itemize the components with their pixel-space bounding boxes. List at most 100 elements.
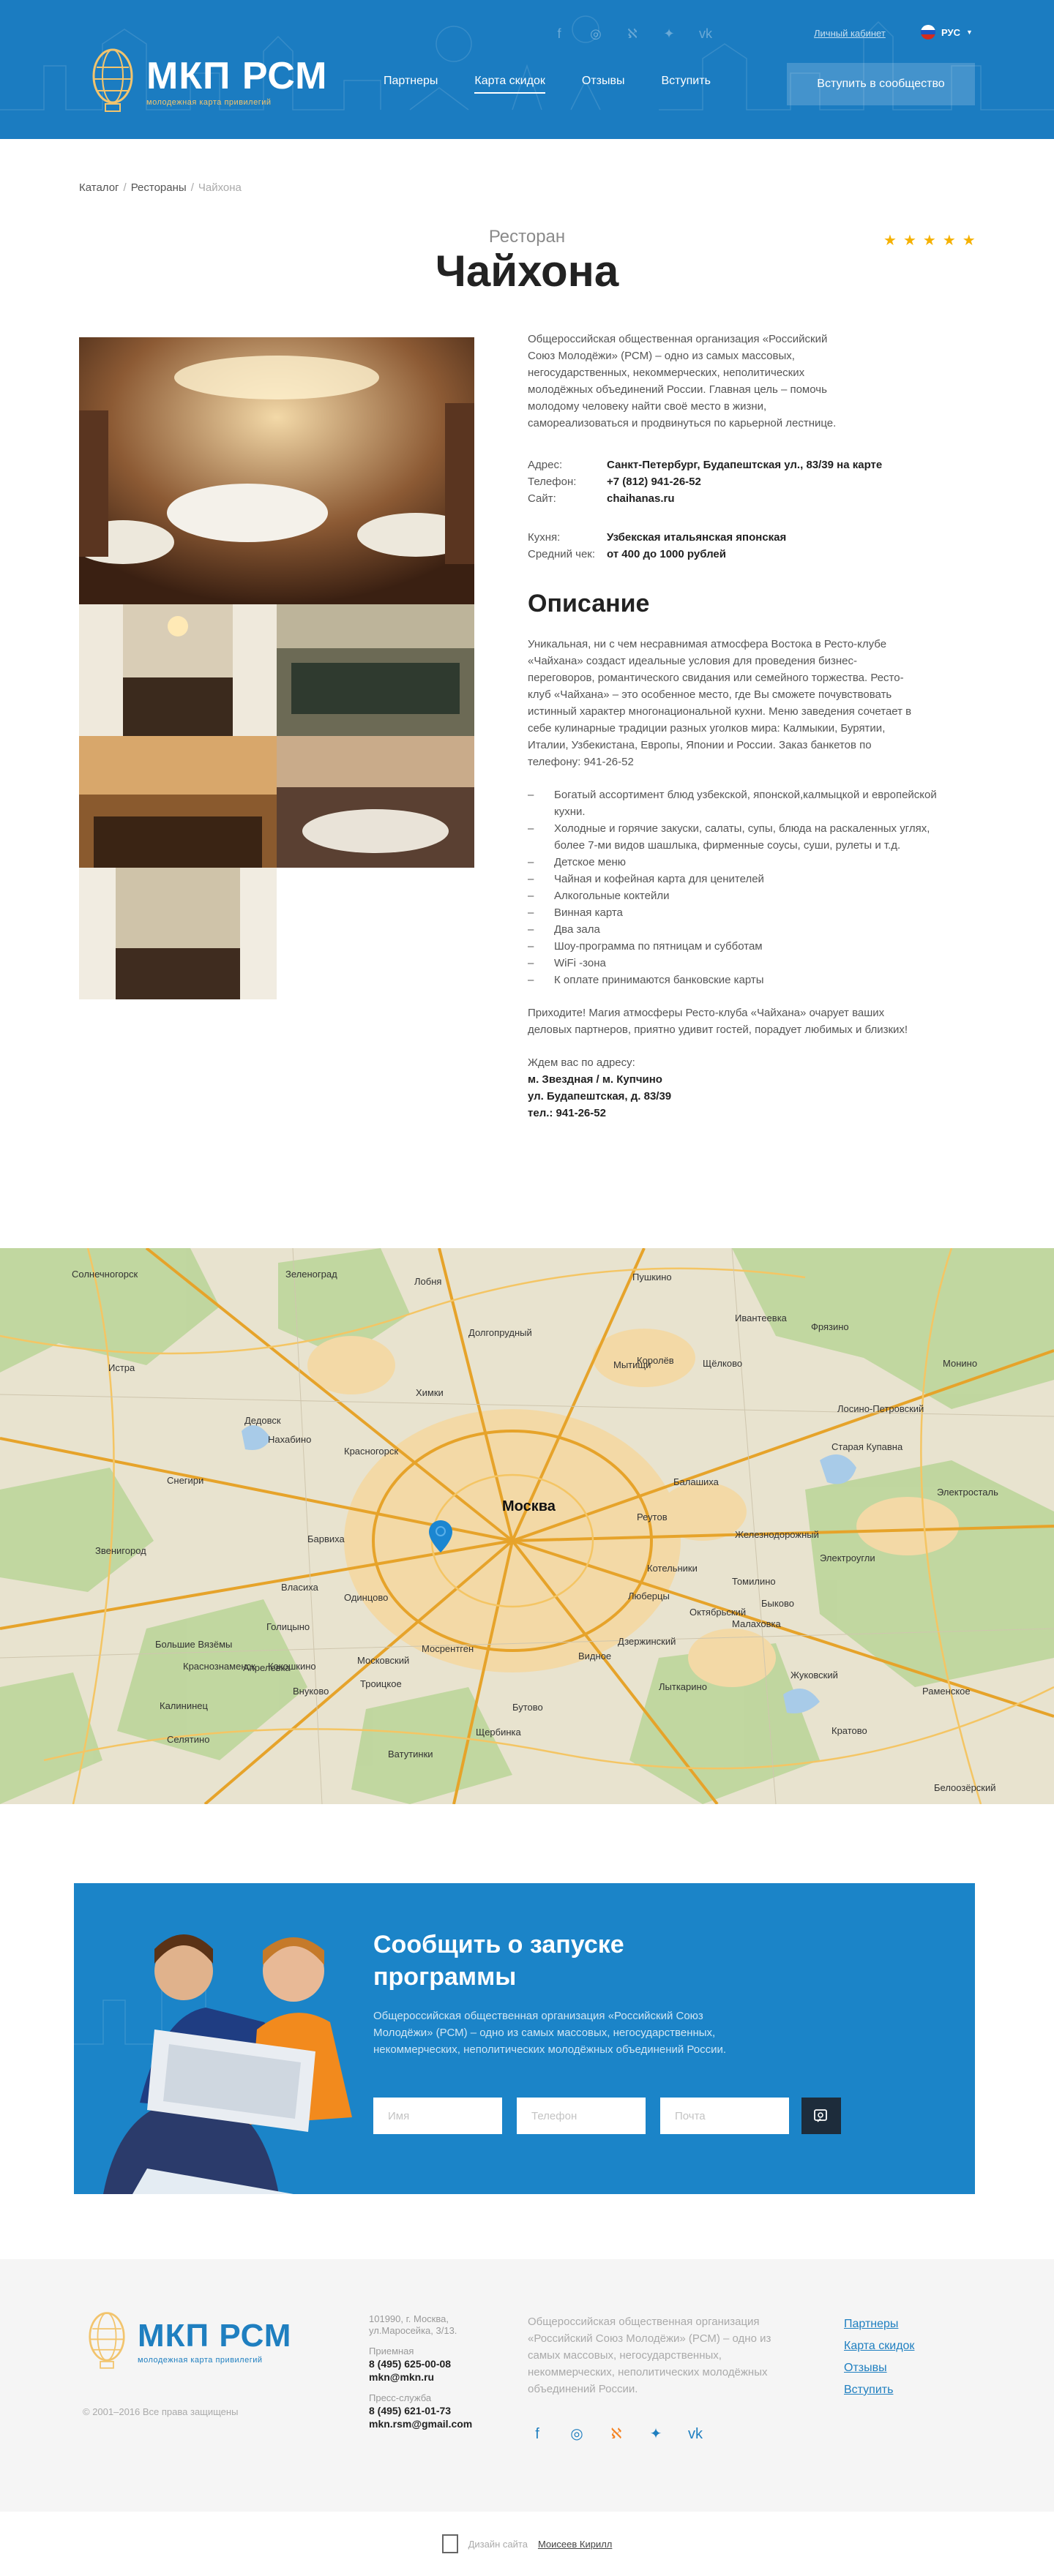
logo-subtitle: молодежная карта привилегий (146, 98, 272, 107)
breadcrumb-catalog[interactable]: Каталог (79, 181, 119, 194)
vk-icon[interactable]: vk (686, 2425, 705, 2444)
footer-logo-title: МКП РСМ (138, 2318, 292, 2354)
map-label: Видное (578, 1651, 612, 1661)
press-email[interactable]: mkn.rsm@gmail.com (369, 2417, 472, 2430)
twitter-icon[interactable]: ✦ (646, 2425, 665, 2444)
map-label: Кокошкино (268, 1661, 316, 1672)
footer-contacts: 101990, г. Москва, ул.Маросейка, 3/13. П… (369, 2313, 472, 2430)
language-selector[interactable]: РУС ▼ (921, 25, 973, 40)
gallery-photo[interactable] (277, 736, 474, 868)
facebook-icon[interactable]: f (550, 25, 568, 42)
designer-link[interactable]: Моисеев Кирилл (538, 2539, 612, 2550)
nav-reviews[interactable]: Отзывы (582, 75, 625, 94)
facebook-icon[interactable]: f (528, 2425, 547, 2444)
map-label: Солнечногорск (72, 1269, 138, 1280)
map-label: Белоозёрский (934, 1782, 996, 1793)
map-label: Октябрьский (689, 1607, 747, 1618)
press-phone[interactable]: 8 (495) 621-01-73 (369, 2404, 472, 2417)
map-label: Большие Вязёмы (155, 1639, 233, 1650)
site-logo[interactable]: МКП РСМ молодежная карта привилегий (85, 47, 327, 117)
nav-join[interactable]: Вступить (661, 75, 710, 94)
map-label: Химки (416, 1387, 444, 1398)
twitter-icon[interactable]: ✦ (660, 25, 678, 42)
map-label: Жуковский (790, 1670, 838, 1681)
map-label: Королёв (637, 1355, 674, 1366)
map-label: Люберцы (628, 1591, 670, 1601)
map-label: Быково (761, 1598, 794, 1609)
map-label: Бутово (512, 1702, 543, 1713)
subscribe-submit-button[interactable] (801, 2098, 841, 2134)
address-line: ул. Будапештская, д. 83/39 (528, 1090, 672, 1103)
map-label: Красногорск (344, 1446, 399, 1457)
gallery-photo[interactable] (79, 868, 277, 999)
map-label: Железнодорожный (735, 1529, 819, 1540)
odnoklassniki-icon[interactable]: ℵ (624, 25, 641, 42)
map-label: Калининец (160, 1700, 208, 1711)
closing-text: Приходите! Магия атмосферы Ресто-клуба «… (528, 1007, 908, 1036)
cuisine-props: Кухня: Узбекская итальянская японская Ср… (528, 529, 938, 563)
map-label: Пушкино (632, 1272, 672, 1283)
map-label: Долгопрудный (468, 1327, 532, 1338)
name-input[interactable] (373, 2098, 502, 2134)
phone-input[interactable] (517, 2098, 646, 2134)
reception-label: Приемная (369, 2346, 414, 2357)
phone-value[interactable]: +7 (812) 941-26-52 (607, 473, 701, 490)
design-credit: Дизайн сайта Моисеев Кирилл (0, 2512, 1054, 2576)
email-input[interactable] (660, 2098, 789, 2134)
footer-logo[interactable]: МКП РСМ молодежная карта привилегий (82, 2310, 291, 2373)
restaurant-info: Общероссийская общественная организация … (528, 331, 938, 1122)
subscribe-section: Сообщить о запуске программы Общероссийс… (74, 1883, 975, 2194)
map-label: Лосино-Петровский (837, 1403, 924, 1414)
features-list: Богатый ассортимент блюд узбекской, япон… (528, 786, 938, 988)
nav-partners[interactable]: Партнеры (384, 75, 438, 94)
instagram-icon[interactable]: ◎ (587, 25, 605, 42)
star-icon: ★ (883, 233, 897, 249)
breadcrumb-restaurants[interactable]: Рестораны (131, 181, 187, 194)
map-label: Старая Купавна (831, 1441, 903, 1452)
star-icon: ★ (902, 233, 916, 249)
star-icon: ★ (942, 233, 956, 249)
address-lead: Ждем вас по адресу: (528, 1056, 635, 1069)
rating-stars: ★ ★ ★ ★ ★ (883, 231, 976, 249)
list-item: Два зала (528, 921, 938, 938)
vk-icon[interactable]: vk (697, 25, 714, 42)
chevron-down-icon: ▼ (965, 29, 973, 36)
nav-discount-card[interactable]: Карта скидок (474, 75, 545, 94)
gallery-photo[interactable] (277, 604, 474, 736)
breadcrumb-current: Чайхона (198, 181, 242, 194)
star-icon: ★ (962, 233, 976, 249)
gallery-photo[interactable] (79, 736, 277, 868)
footer-link-join[interactable]: Вступить (844, 2379, 914, 2401)
people-with-laptop-image (74, 1934, 352, 2194)
instagram-icon[interactable]: ◎ (567, 2425, 586, 2444)
location-map[interactable]: Москва Зеленоград Пушкино Мытищи Королёв… (0, 1248, 1054, 1804)
list-item: Чайная и кофейная карта для ценителей (528, 871, 938, 887)
site-header: МКП РСМ молодежная карта привилегий f ◎ … (0, 0, 1054, 139)
personal-cabinet-link[interactable]: Личный кабинет (814, 28, 886, 39)
footer-link-discount-card[interactable]: Карта скидок (844, 2335, 914, 2357)
map-label: Московский (357, 1655, 410, 1666)
map-pin-icon[interactable] (429, 1520, 452, 1552)
map-label: Кратово (831, 1725, 867, 1736)
logo-title: МКП РСМ (146, 55, 328, 97)
map-label: Ивантеевка (735, 1313, 787, 1323)
odnoklassniki-icon[interactable]: ℵ (607, 2425, 626, 2444)
language-label: РУС (941, 26, 960, 38)
address-value[interactable]: Санкт-Петербург, Будапештская ул., 83/39… (607, 457, 882, 473)
star-icon: ★ (922, 233, 936, 249)
zeppelin-logo-icon (89, 2312, 125, 2369)
footer-socials: f ◎ ℵ ✦ vk (528, 2425, 705, 2444)
site-link[interactable]: chaihanas.ru (607, 490, 675, 507)
footer-link-partners[interactable]: Партнеры (844, 2313, 914, 2335)
join-community-button[interactable]: Вступить в сообщество (787, 63, 975, 105)
footer-link-reviews[interactable]: Отзывы (844, 2357, 914, 2379)
map-label: Нахабино (268, 1434, 312, 1445)
description-text: Уникальная, ни с чем несравнимая атмосфе… (528, 638, 912, 768)
reception-email[interactable]: mkn@mkn.ru (369, 2370, 472, 2384)
gallery-main-photo[interactable] (79, 337, 474, 604)
map-label: Внуково (293, 1686, 329, 1697)
map-label: Селятино (167, 1734, 210, 1745)
reception-phone[interactable]: 8 (495) 625-00-08 (369, 2357, 472, 2370)
map-label: Ватутинки (388, 1749, 433, 1760)
gallery-photo[interactable] (79, 604, 277, 736)
